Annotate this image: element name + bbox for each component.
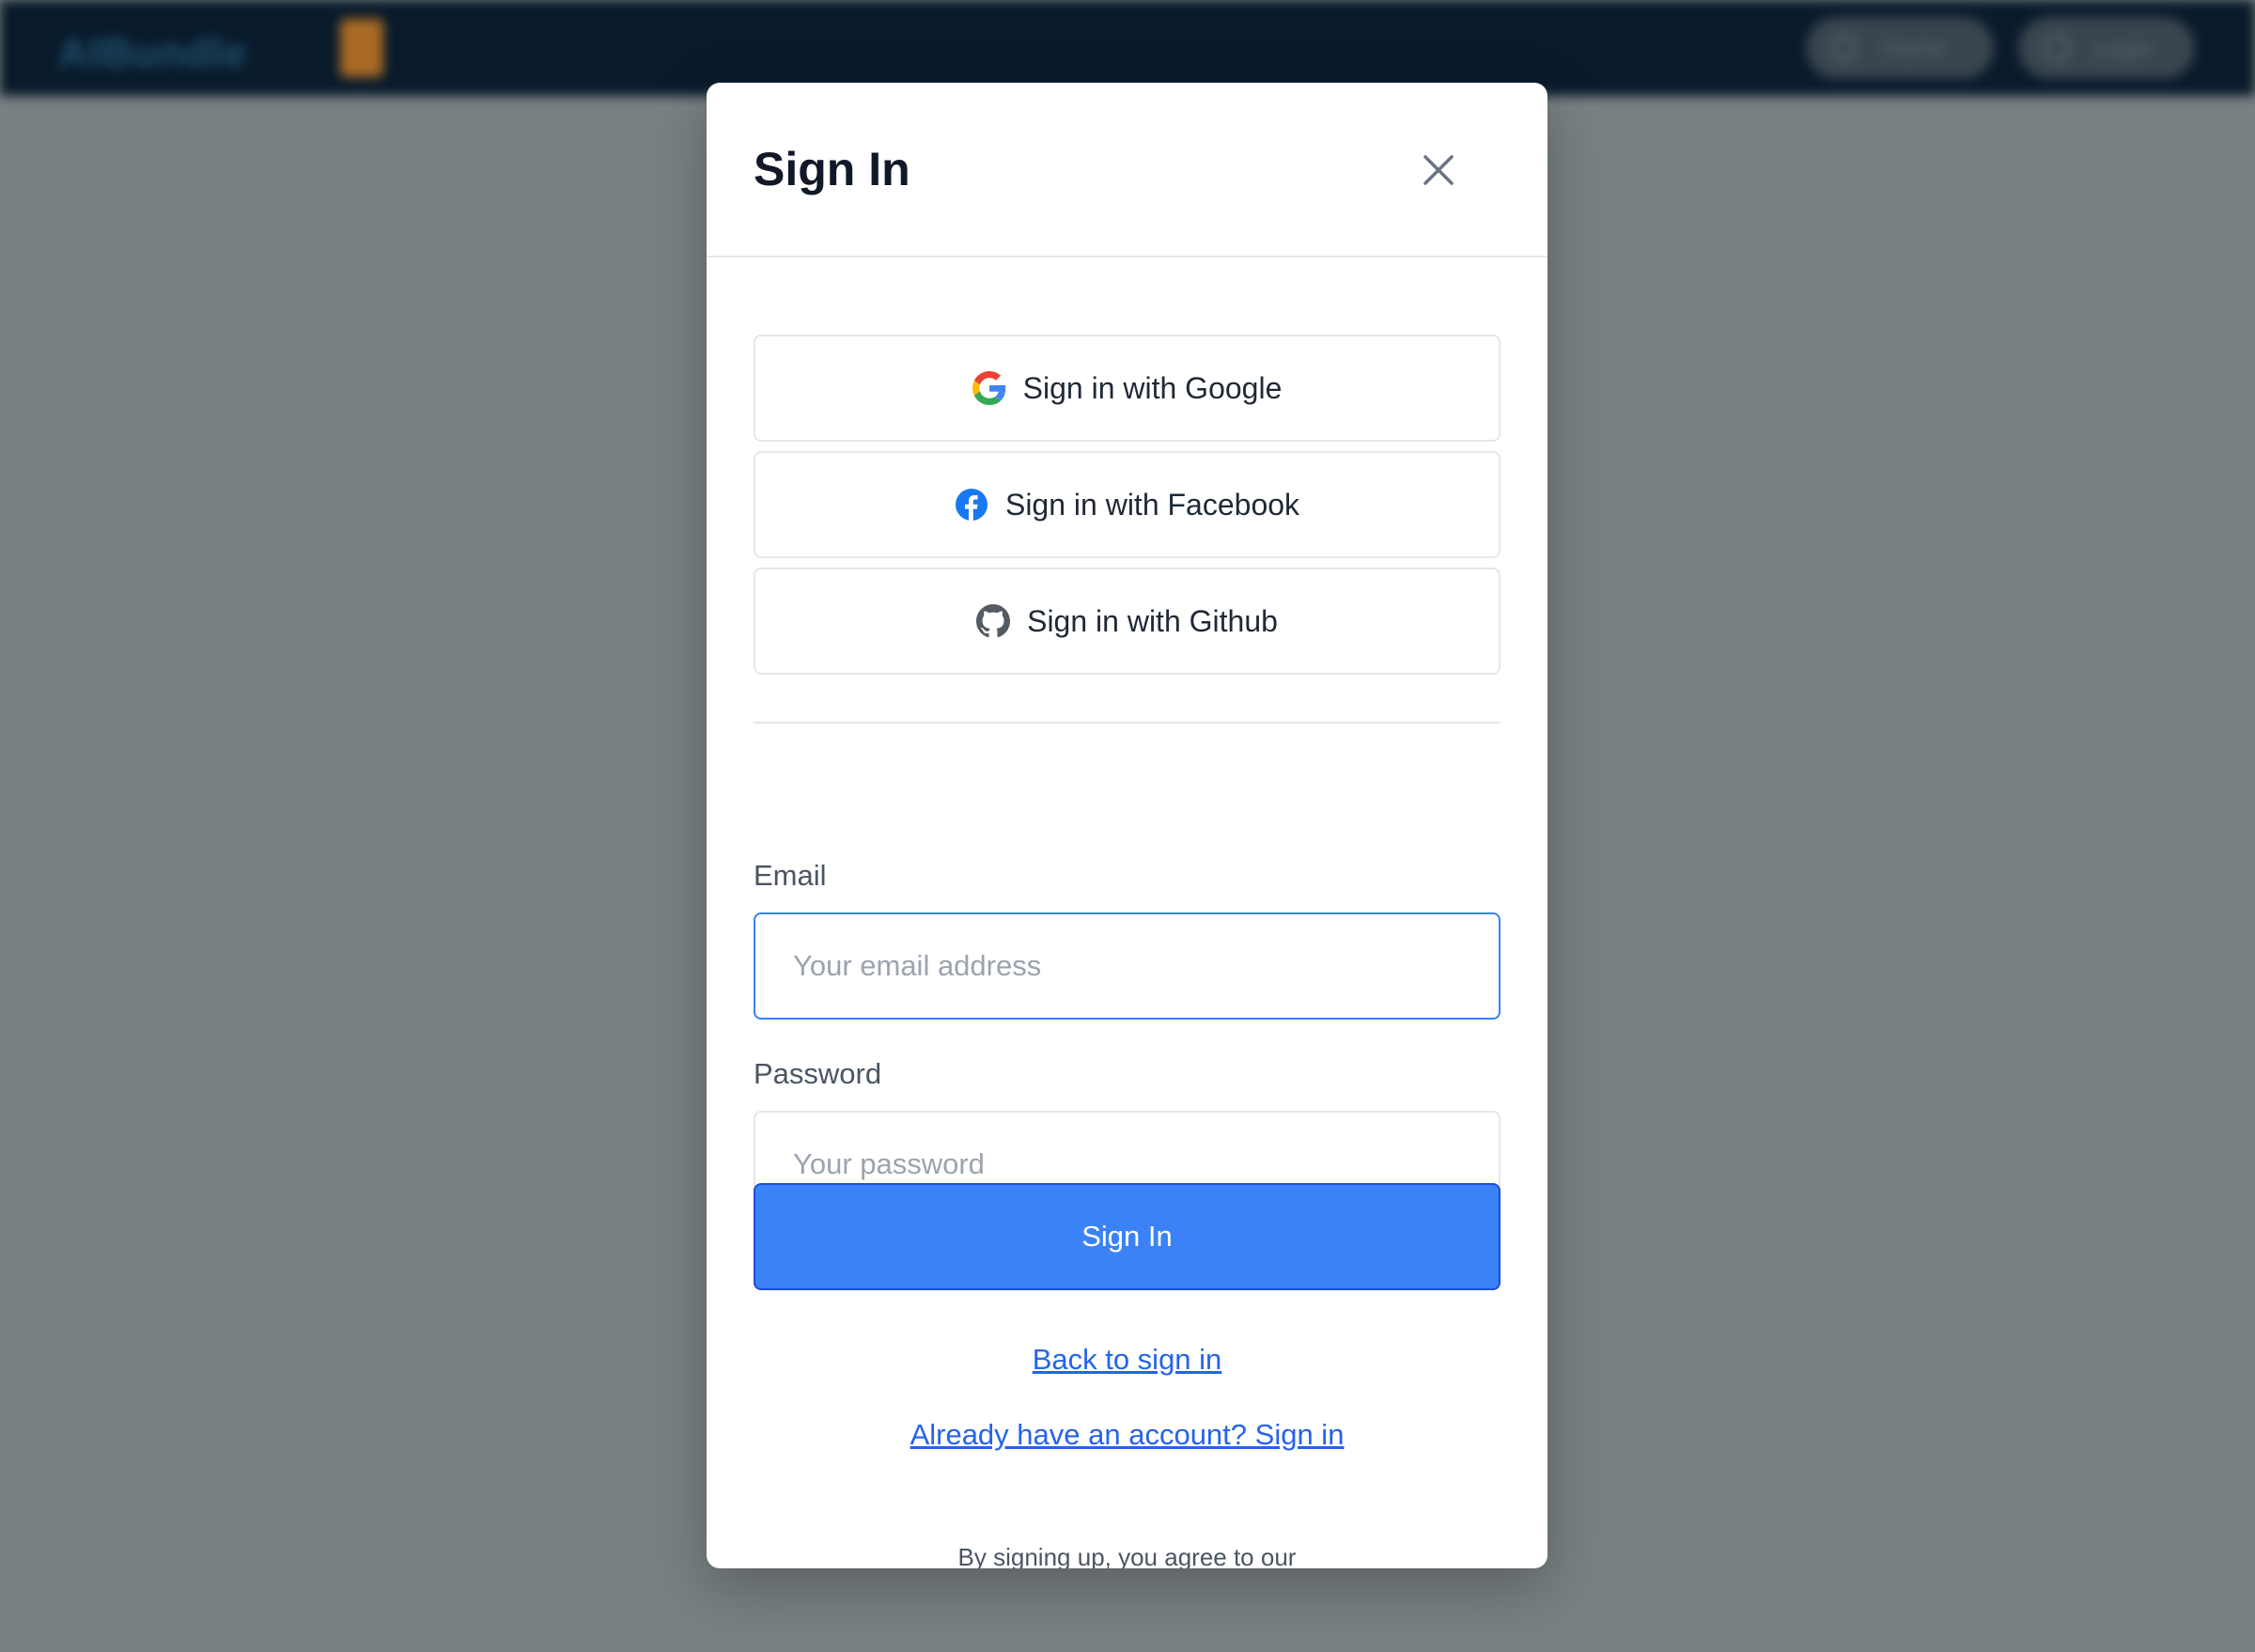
sign-in-modal: Sign In Sign in with Google Sign in with…	[707, 83, 1547, 1568]
github-icon	[976, 604, 1011, 638]
divider	[754, 722, 1501, 724]
modal-title: Sign In	[754, 143, 910, 195]
modal-header: Sign In	[707, 83, 1547, 257]
password-label: Password	[754, 1057, 882, 1090]
github-sign-in-button[interactable]: Sign in with Github	[754, 568, 1501, 675]
google-sign-in-button[interactable]: Sign in with Google	[754, 335, 1501, 442]
email-label: Email	[754, 859, 827, 892]
back-to-sign-in-link[interactable]: Back to sign in	[1033, 1343, 1222, 1376]
sign-in-submit-button[interactable]: Sign In	[754, 1183, 1501, 1290]
already-have-account-link[interactable]: Already have an account? Sign in	[910, 1418, 1345, 1451]
close-icon	[1423, 155, 1454, 185]
email-field[interactable]	[754, 912, 1501, 1020]
google-sign-in-label: Sign in with Google	[1022, 370, 1283, 405]
facebook-sign-in-button[interactable]: Sign in with Facebook	[754, 451, 1501, 558]
close-button[interactable]	[1415, 147, 1462, 194]
facebook-icon	[955, 488, 988, 522]
terms-footnote: By signing up, you agree to our	[957, 1543, 1297, 1568]
google-icon	[972, 371, 1006, 405]
facebook-sign-in-label: Sign in with Facebook	[1004, 487, 1300, 522]
github-sign-in-label: Sign in with Github	[1027, 603, 1278, 638]
back-to-sign-in-row: Back to sign in	[707, 1341, 1547, 1379]
already-have-account-row: Already have an account? Sign in	[707, 1416, 1547, 1454]
